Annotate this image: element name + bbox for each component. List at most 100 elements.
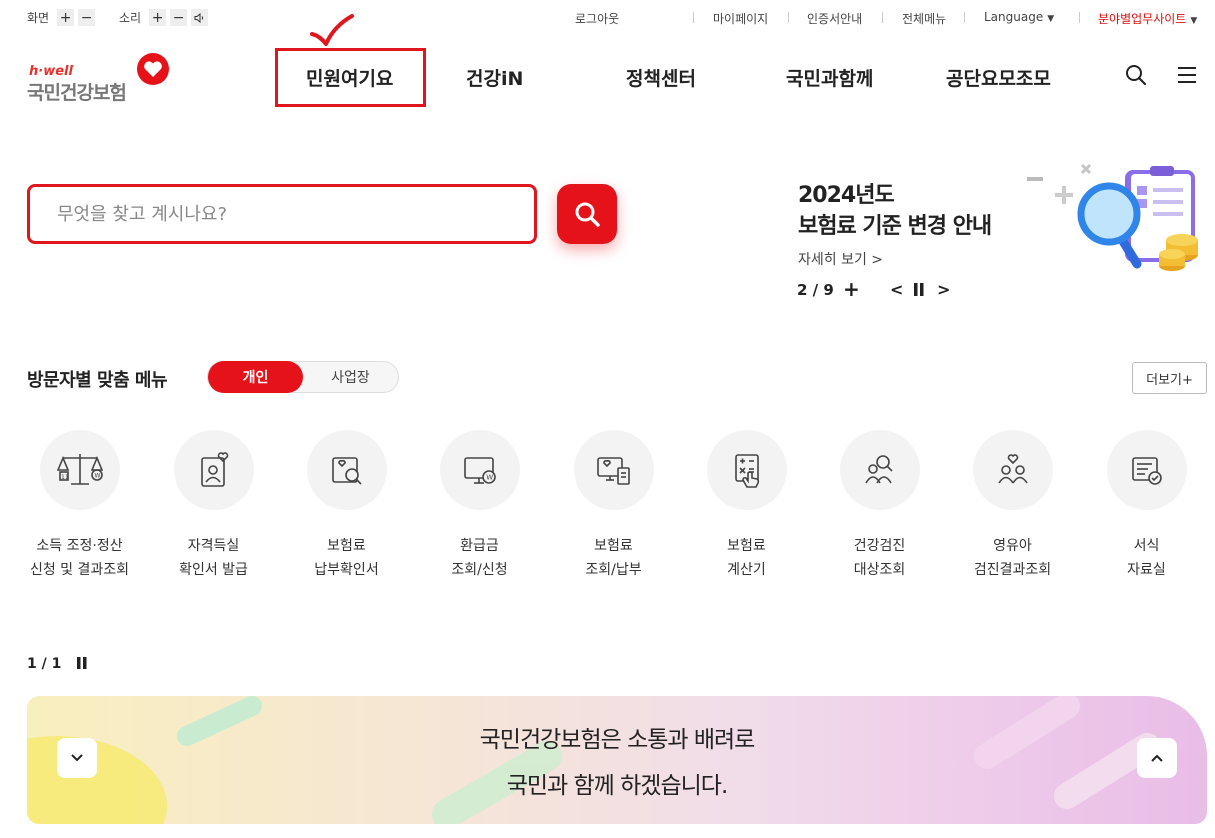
banner-pause-icon[interactable] (913, 283, 925, 296)
menu-item-label-line2: 대상조회 (853, 562, 906, 578)
menu-item-icon-circle (306, 430, 387, 510)
menu-item-label-line1: 보험료 (594, 538, 633, 554)
menu-item-label-line1: 보험료 (727, 538, 766, 554)
sound-up-button[interactable]: + (149, 9, 167, 26)
logo-heart-icon (137, 53, 169, 85)
divider (788, 12, 789, 23)
tab-workplace[interactable]: 사업장 (303, 362, 398, 392)
form-check-icon (1131, 457, 1162, 485)
menu-item-income-adjustment[interactable]: 11 W 소득 조정·정산 신청 및 결과조회 (13, 430, 146, 582)
menu-pause-icon[interactable] (77, 657, 87, 669)
menu-item-eligibility-certificate[interactable]: 자격득실 확인서 발급 (147, 430, 280, 582)
menu-pager: 1 / 1 (27, 656, 62, 672)
gnb-item-health-in[interactable]: 건강iN (466, 64, 523, 91)
svg-text:11: 11 (61, 474, 69, 481)
divider (882, 12, 883, 23)
gnb-item-with-citizens[interactable]: 국민과함께 (786, 64, 873, 91)
scale-icon: 11 W (56, 454, 103, 485)
menu-item-label-line2: 확인서 발급 (179, 562, 248, 578)
menu-item-label-line2: 조회/납부 (585, 562, 642, 578)
strip-down-button[interactable] (57, 738, 97, 778)
screen-zoom-in-button[interactable]: + (57, 9, 75, 26)
menu-item-icon-circle (573, 430, 654, 510)
search-button[interactable] (557, 184, 617, 244)
calculator-icon (734, 454, 759, 488)
decorative-shapes (27, 696, 1160, 824)
visitor-type-toggle: 개인 사업장 (207, 361, 399, 393)
sound-label: 소리 (119, 11, 142, 25)
banner-prev-button[interactable]: < (890, 280, 903, 299)
gnb-item-civil-service[interactable]: 민원여기요 (306, 64, 393, 91)
utility-bar: 화면 + − 소리 + − 로그아웃 마이페이지 인증서안내 전체메뉴 Lang… (0, 0, 1215, 36)
menu-item-label-line2: 계산기 (727, 562, 766, 578)
field-sites-select[interactable]: 분야별업무사이트 ▼ (1098, 10, 1197, 27)
message-strip: 국민건강보험은 소통과 배려로 국민과 함께 하겠습니다. (27, 696, 1207, 824)
svg-text:W: W (94, 473, 100, 480)
all-menu-link[interactable]: 전체메뉴 (902, 10, 946, 27)
more-button[interactable]: 더보기+ (1132, 362, 1207, 394)
certificate-guide-link[interactable]: 인증서안내 (807, 10, 862, 27)
hamburger-menu-icon[interactable] (1177, 66, 1197, 84)
family-heart-icon (997, 454, 1028, 484)
tab-individual[interactable]: 개인 (208, 361, 303, 393)
banner-more-link[interactable]: 자세히 보기 > (798, 249, 883, 269)
banner-title-line2: 보험료 기준 변경 안내 (798, 214, 992, 239)
divider (964, 12, 965, 23)
menu-item-icon-circle (706, 430, 787, 510)
caret-down-icon: ▼ (1190, 16, 1198, 26)
banner-expand-button[interactable]: + (843, 277, 860, 301)
menu-item-refund[interactable]: W 환급금 조회/신청 (413, 430, 546, 582)
strip-up-button[interactable] (1137, 738, 1177, 778)
divider (693, 12, 694, 23)
chevron-down-icon (71, 754, 83, 762)
magnifier-document-illustration (1027, 163, 1198, 271)
monitor-won-icon: W (463, 457, 496, 484)
menu-item-label-line1: 건강검진 (853, 538, 906, 554)
menu-item-premium-inquiry[interactable]: 보험료 조회/납부 (547, 430, 680, 582)
menu-item-label-line1: 영유아 (993, 538, 1032, 554)
strip-message-line2: 국민과 함께 하겠습니다. (506, 773, 729, 799)
menu-item-label-line2: 신청 및 결과조회 (29, 562, 130, 578)
menu-item-icon-circle: W (439, 430, 520, 510)
gnb-item-policy-center[interactable]: 정책센터 (626, 64, 696, 91)
banner-pager: 2 / 9 (797, 281, 834, 299)
menu-item-infant-checkup[interactable]: 영유아 검진결과조회 (946, 430, 1079, 582)
menu-item-checkup-target[interactable]: 건강검진 대상조회 (813, 430, 946, 582)
nhis-logo[interactable]: h·well 국민건강보험 (27, 52, 172, 104)
search-icon[interactable] (1125, 64, 1147, 86)
banner-title[interactable]: 2024년도 보험료 기준 변경 안내 (798, 180, 992, 242)
menu-item-payment-confirmation[interactable]: 보험료 납부확인서 (280, 430, 413, 582)
search-icon (575, 202, 600, 227)
menu-item-label-line2: 납부확인서 (314, 562, 379, 578)
menu-item-form-library[interactable]: 서식 자료실 (1080, 430, 1213, 582)
sound-down-button[interactable]: − (170, 9, 188, 26)
strip-message-line1: 국민건강보험은 소통과 배려로 (479, 727, 756, 753)
search-input[interactable] (30, 187, 534, 241)
menu-item-icon-circle (173, 430, 254, 510)
logo-tagline: h·well (29, 64, 73, 79)
field-sites-label: 분야별업무사이트 (1098, 12, 1187, 26)
search-box (27, 184, 537, 244)
menu-item-label-line1: 소득 조정·정산 (36, 538, 123, 554)
menu-item-label-line1: 서식 (1133, 538, 1160, 554)
menu-item-premium-calculator[interactable]: 보험료 계산기 (680, 430, 813, 582)
divider (1079, 12, 1080, 23)
language-label: Language (984, 10, 1044, 24)
speaker-icon[interactable] (191, 9, 209, 26)
payment-terminal-icon (596, 457, 630, 485)
screen-zoom-out-button[interactable]: − (78, 9, 96, 26)
gnb-item-about-corp[interactable]: 공단요모조모 (946, 64, 1051, 91)
mypage-link[interactable]: 마이페이지 (713, 10, 768, 27)
language-select[interactable]: Language ▼ (984, 10, 1054, 24)
document-search-icon (331, 457, 362, 485)
people-search-icon (864, 455, 893, 484)
screen-zoom-control: 화면 + − (27, 9, 96, 26)
screen-label: 화면 (27, 11, 50, 25)
check-mark-icon (310, 14, 354, 46)
logout-link[interactable]: 로그아웃 (575, 10, 619, 27)
menu-item-label-line1: 환급금 (460, 538, 499, 554)
caret-down-icon: ▼ (1047, 14, 1055, 24)
menu-item-label-line2: 검진결과조회 (973, 562, 1052, 578)
banner-next-button[interactable]: > (937, 280, 950, 299)
banner-title-line1: 2024년도 (798, 183, 895, 208)
